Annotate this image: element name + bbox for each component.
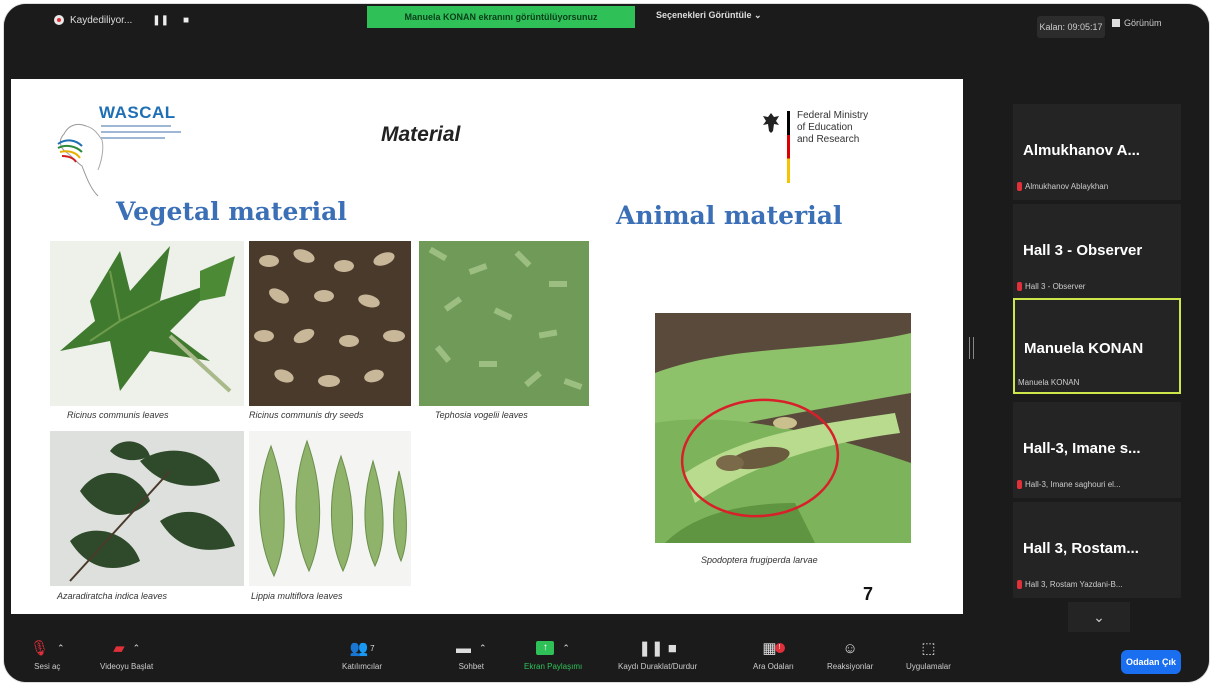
pause-recording-icon[interactable]: ❚❚ [152, 15, 169, 26]
pause-stop-icon: ❚❚ ■ [638, 640, 677, 657]
view-button-label: Görünüm [1124, 18, 1162, 28]
mic-muted-icon [1017, 480, 1022, 489]
logo-subtitle-line [101, 131, 181, 133]
participant-name: Hall 3, Rostam... [1023, 540, 1139, 557]
participants-label: Katılımcılar [342, 662, 383, 671]
breakout-rooms-icon: ▦! [762, 638, 785, 658]
participant-name: Hall 3 - Observer [1023, 242, 1143, 259]
caption: Lippia multiflora leaves [251, 591, 343, 601]
view-options-button[interactable]: Seçenekleri Görüntüle ⌄ [656, 10, 762, 21]
apps-label: Uygulamalar [906, 662, 951, 671]
meeting-toolbar: 🎙 ⌃ Sesi aç ▰ ⌃ Videoyu Başlat 👥 7 Katılımc… [4, 634, 1209, 682]
meeting-timer: Kalan: 09:05:17 [1037, 16, 1105, 38]
slide-title: Material [381, 123, 461, 146]
record-control-label: Kaydı Duraklat/Durdur [618, 662, 698, 671]
apps-icon: ⬚ [921, 640, 936, 657]
unmute-button[interactable]: 🎙 ⌃ Sesi aç [30, 638, 65, 671]
chat-icon: ▬ ⌃ [456, 639, 487, 657]
panel-resize-handle[interactable] [969, 337, 974, 359]
lippia-leaves-photo [249, 431, 411, 586]
screen-share-banner: Manuela KONAN ekranını görüntülüyorsunuz [367, 6, 635, 28]
share-screen-icon: ↑ ⌃ [536, 638, 570, 658]
participants-button[interactable]: 👥 7 Katılımcılar [342, 638, 382, 671]
recording-indicator: Kaydediliyor... ❚❚ ■ [54, 11, 189, 29]
logo-subtitle-line [101, 125, 171, 127]
reactions-label: Reaksiyonlar [827, 662, 874, 671]
start-video-label: Videoyu Başlat [100, 662, 154, 671]
participant-tile-active-speaker[interactable]: Manuela KONAN Manuela KONAN [1013, 298, 1181, 394]
mic-muted-icon [1017, 580, 1022, 589]
participant-label: Almukhanov Ablaykhan [1017, 182, 1108, 191]
participant-label-text: Hall 3, Rostam Yazdani-B... [1025, 580, 1123, 589]
eagle-emblem-icon [763, 113, 779, 133]
mic-muted-icon [1017, 282, 1022, 291]
view-grid-icon [1112, 19, 1120, 27]
ricinus-seeds-photo [249, 241, 411, 406]
breakout-rooms-button[interactable]: ▦! Ara Odaları [753, 638, 794, 671]
caption: Spodoptera frugiperda larvae [701, 555, 818, 565]
ministry-text: Federal Ministry of Education and Resear… [797, 110, 869, 145]
stop-recording-icon[interactable]: ■ [183, 15, 189, 26]
breakout-rooms-label: Ara Odaları [753, 662, 794, 671]
participants-icon: 👥 7 [349, 640, 375, 657]
breakout-badge: ! [774, 643, 785, 653]
azadirachta-leaves-photo [50, 431, 244, 586]
mic-muted-icon [1017, 182, 1022, 191]
participant-tile[interactable]: Almukhanov A... Almukhanov Ablaykhan [1013, 104, 1181, 200]
share-screen-button[interactable]: ↑ ⌃ Ekran Paylaşımı [524, 638, 582, 671]
recording-label: Kaydediliyor... [70, 14, 133, 26]
video-off-icon: ▰ ⌃ [113, 640, 141, 657]
logo-subtitle-line [101, 137, 165, 139]
participant-name: Hall-3, Imane s... [1023, 440, 1141, 457]
participant-tile[interactable]: Hall 3 - Observer Hall 3 - Observer [1013, 204, 1181, 300]
animal-material-heading: Animal material [616, 201, 843, 230]
participant-label: Manuela KONAN [1018, 378, 1079, 387]
vegetal-material-heading: Vegetal material [116, 197, 347, 226]
zoom-meeting-window: Kaydediliyor... ❚❚ ■ Manuela KONAN ekran… [4, 4, 1209, 682]
record-control-button[interactable]: ❚❚ ■ Kaydı Duraklat/Durdur [618, 638, 697, 671]
share-screen-label: Ekran Paylaşımı [524, 662, 583, 671]
record-icon [54, 15, 64, 25]
participants-count: 7 [370, 643, 375, 653]
caption: Azaradiratcha indica leaves [57, 591, 168, 601]
participant-label-text: Manuela KONAN [1018, 378, 1080, 387]
caption: Ricinus communis dry seeds [249, 410, 364, 420]
unmute-label: Sesi aç [34, 662, 61, 671]
participant-name: Almukhanov A... [1023, 142, 1140, 159]
ricinus-leaves-photo [50, 241, 244, 406]
reactions-icon: ☺ [842, 639, 858, 657]
participant-tile[interactable]: Hall-3, Imane s... Hall-3, Imane saghour… [1013, 402, 1181, 498]
caption: Ricinus communis leaves [67, 410, 169, 420]
shared-slide: WASCAL Material Federal Ministry of Educ… [11, 79, 963, 614]
participant-label-text: Hall-3, Imane saghouri el... [1025, 480, 1121, 489]
reactions-button[interactable]: ☺ Reaksiyonlar [827, 638, 874, 672]
mic-off-icon: 🎙 ⌃ [30, 640, 65, 657]
slide-number: 7 [863, 584, 874, 604]
tephrosia-leaves-photo [419, 241, 589, 406]
caption: Tephosia vogelii leaves [435, 410, 528, 420]
participant-label-text: Hall 3 - Observer [1025, 282, 1086, 291]
participant-label: Hall 3, Rostam Yazdani-B... [1017, 580, 1123, 589]
apps-button[interactable]: ⬚ Uygulamalar [906, 638, 951, 671]
leave-button[interactable]: Odadan Çık [1121, 650, 1181, 674]
german-flag-bar [787, 111, 790, 183]
chat-label: Sohbet [458, 662, 484, 671]
participant-label: Hall-3, Imane saghouri el... [1017, 480, 1121, 489]
participant-label-text: Almukhanov Ablaykhan [1025, 182, 1109, 191]
chat-button[interactable]: ▬ ⌃ Sohbet [456, 638, 487, 672]
start-video-button[interactable]: ▰ ⌃ Videoyu Başlat [100, 638, 153, 671]
scroll-down-icon[interactable]: ⌄ [1068, 602, 1130, 632]
participant-label: Hall 3 - Observer [1017, 282, 1085, 291]
participant-tile[interactable]: Hall 3, Rostam... Hall 3, Rostam Yazdani… [1013, 502, 1181, 598]
spodoptera-larvae-photo [655, 313, 911, 543]
participant-name: Manuela KONAN [1024, 340, 1144, 357]
view-button[interactable]: Görünüm [1112, 18, 1162, 28]
wascal-logo-text: WASCAL [99, 103, 176, 122]
